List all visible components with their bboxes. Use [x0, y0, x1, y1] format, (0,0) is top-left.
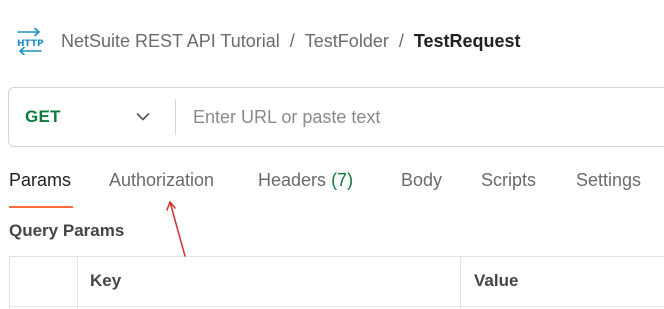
- value-column-label: Value: [474, 271, 519, 290]
- svg-text:HTTP: HTTP: [17, 39, 44, 49]
- request-name[interactable]: TestRequest: [414, 31, 521, 52]
- tab-body[interactable]: Body: [401, 170, 442, 191]
- tab-authorization[interactable]: Authorization: [109, 170, 214, 191]
- breadcrumb-collection[interactable]: NetSuite REST API Tutorial: [61, 31, 280, 52]
- active-tab-indicator: [9, 206, 73, 208]
- headers-count-badge: (7): [331, 170, 354, 190]
- annotation-arrow-icon: [166, 201, 186, 257]
- breadcrumb-separator: /: [289, 30, 295, 51]
- query-params-table: Key Value: [9, 256, 664, 309]
- method-dropdown[interactable]: GET: [9, 88, 175, 146]
- tab-settings[interactable]: Settings: [576, 170, 641, 191]
- url-input[interactable]: [176, 87, 664, 147]
- url-bar: GET: [8, 87, 664, 147]
- request-tabs: Params Authorization Headers (7) Body Sc…: [0, 170, 664, 208]
- key-column-label: Key: [90, 271, 122, 290]
- request-editor: HTTP NetSuite REST API Tutorial / TestFo…: [0, 0, 664, 309]
- value-column-header: Value: [461, 257, 664, 309]
- breadcrumb-folder[interactable]: TestFolder: [305, 31, 389, 52]
- key-column-header: Key: [77, 257, 461, 309]
- table-header-divider: [10, 306, 664, 307]
- tab-scripts[interactable]: Scripts: [481, 170, 536, 191]
- http-icon: HTTP: [17, 27, 44, 55]
- breadcrumb: HTTP NetSuite REST API Tutorial / TestFo…: [15, 26, 521, 56]
- query-params-title: Query Params: [9, 221, 125, 240]
- method-label: GET: [25, 107, 61, 126]
- tab-params[interactable]: Params: [9, 170, 71, 191]
- tab-headers[interactable]: Headers (7): [258, 170, 353, 191]
- breadcrumb-separator: /: [398, 30, 404, 51]
- chevron-down-icon: [136, 113, 150, 121]
- tab-headers-label: Headers: [258, 170, 327, 190]
- checkbox-column-header: [10, 257, 78, 309]
